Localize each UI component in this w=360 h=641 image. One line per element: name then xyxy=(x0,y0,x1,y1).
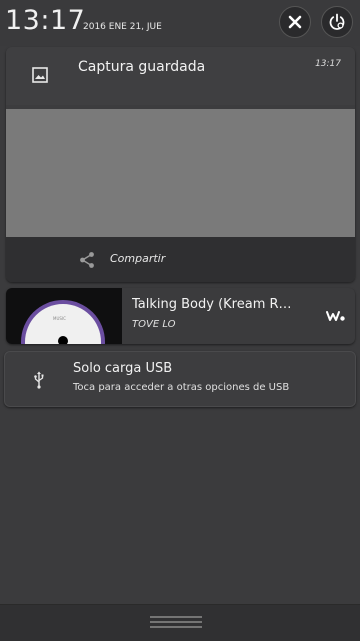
image-icon xyxy=(32,67,48,83)
share-icon xyxy=(80,252,94,268)
close-icon xyxy=(288,15,302,29)
album-art: MUSIC xyxy=(6,288,122,344)
track-artist: TOVE LO xyxy=(132,319,176,330)
screenshot-time: 13:17 xyxy=(315,59,341,69)
screenshot-notification-header: Captura guardada 13:17 xyxy=(6,47,355,105)
music-notification[interactable]: MUSIC Talking Body (Kream R… TOVE LO xyxy=(6,288,355,344)
album-disc: MUSIC xyxy=(21,300,105,344)
status-header: 13:17 2016 ENE 21, JUE xyxy=(0,0,360,46)
album-art-label: MUSIC xyxy=(53,316,66,321)
screenshot-title: Captura guardada xyxy=(78,59,206,75)
usb-icon xyxy=(34,371,44,389)
walkman-icon xyxy=(326,311,345,321)
screenshot-notification[interactable]: Captura guardada 13:17 Compartir xyxy=(6,47,355,282)
power-settings-button[interactable] xyxy=(321,6,353,38)
panel-bottom-bar xyxy=(0,604,360,641)
clock-time: 13:17 xyxy=(5,5,86,36)
track-title: Talking Body (Kream R… xyxy=(132,297,292,312)
date-label: 2016 ENE 21, JUE xyxy=(83,22,162,32)
drag-handle-icon[interactable] xyxy=(150,615,202,629)
clear-all-button[interactable] xyxy=(279,6,311,38)
usb-title: Solo carga USB xyxy=(73,361,173,376)
share-label: Compartir xyxy=(110,252,166,265)
usb-subtitle: Toca para acceder a otras opciones de US… xyxy=(73,382,290,393)
power-settings-icon xyxy=(329,13,345,30)
usb-notification[interactable]: Solo carga USB Toca para acceder a otras… xyxy=(4,351,356,407)
share-button[interactable]: Compartir xyxy=(6,237,355,282)
screenshot-preview[interactable] xyxy=(6,109,355,239)
